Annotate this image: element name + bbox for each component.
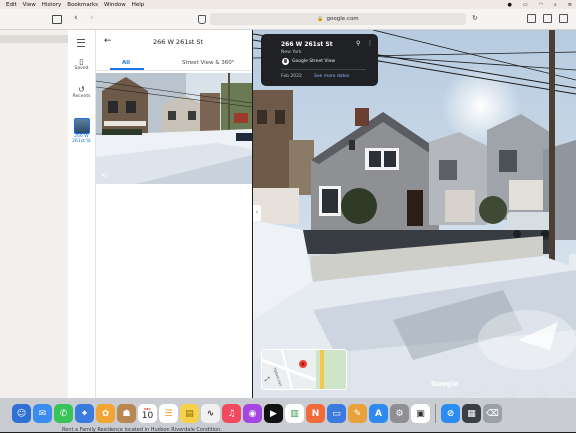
dock-app-window-icon[interactable]: ▦ (462, 404, 481, 423)
new-tab-icon[interactable] (543, 14, 552, 23)
tab-all[interactable]: All (122, 60, 130, 66)
tab-overview-icon[interactable] (559, 14, 568, 23)
tab-street-view[interactable]: Street View & 360° (182, 60, 235, 66)
menu-history[interactable]: History (42, 2, 62, 8)
sidebar-toggle-icon[interactable] (52, 15, 62, 24)
shield-icon[interactable] (198, 15, 206, 24)
dock-app-appstore-icon[interactable]: A (369, 404, 388, 423)
rail-place-label-2: 261st St (72, 139, 91, 144)
dock-app-tv-icon[interactable]: ▶ (264, 404, 283, 423)
url-text: google.com (326, 16, 359, 22)
street-view-logo-icon (282, 58, 289, 65)
card-subtitle: New York (281, 50, 302, 55)
dock-app-pages-icon[interactable]: ✎ (348, 404, 367, 423)
lock-icon: 🔒 (317, 16, 324, 22)
menu-edit[interactable]: Edit (6, 2, 17, 8)
search-icon[interactable]: ⌕ (554, 2, 557, 8)
dock-app-news-icon[interactable]: N (306, 404, 325, 423)
history-icon: ↺ (78, 85, 85, 94)
photo-tabs: All Street View & 360° (96, 58, 252, 71)
sidebar-row[interactable] (0, 35, 68, 43)
dock-app-calendar-icon[interactable]: DEC 10 (138, 404, 157, 423)
dock-app-messages-icon[interactable]: ✆ (54, 404, 73, 423)
tab-indicator (110, 68, 144, 70)
street-view-icon: ⟲ (101, 172, 107, 180)
google-logo: Google (431, 380, 459, 388)
browser-sidebar (0, 30, 68, 398)
menu-bar: Edit View History Bookmarks Window Help … (0, 0, 576, 9)
card-date: Feb 2022 (281, 74, 302, 79)
reload-icon[interactable]: ↻ (472, 14, 478, 22)
forward-icon[interactable]: › (90, 13, 94, 23)
wifi-icon[interactable]: ◠ (539, 2, 543, 8)
card-provider: Google Street View (292, 59, 336, 64)
browser-toolbar: ‹ › 🔒 google.com ↻ (0, 9, 576, 30)
back-arrow-icon[interactable]: ← (104, 36, 112, 46)
bookmark-icon: ▯ (79, 57, 84, 66)
bottom-caption: Rent a Family Residence located in Hudso… (62, 427, 222, 433)
back-icon[interactable]: ‹ (74, 13, 78, 23)
dock-app-preview-icon[interactable]: ▣ (411, 404, 430, 423)
dock-app-contacts-icon[interactable]: ☗ (117, 404, 136, 423)
dock-app-freeform-icon[interactable]: ∿ (201, 404, 220, 423)
panel-title: 266 W 261st St (152, 38, 204, 46)
dock-app-photos-icon[interactable]: ✿ (96, 404, 115, 423)
dock-app-notes-icon[interactable]: ▤ (180, 404, 199, 423)
menu-view[interactable]: View (23, 2, 36, 8)
rail-saved[interactable]: ▯ Saved (68, 57, 95, 71)
rail-recents[interactable]: ↺ Recents (68, 85, 95, 99)
expand-icon[interactable]: ⤢ (265, 376, 272, 383)
street-view-thumbnail[interactable]: ⟲ (96, 73, 252, 184)
toolbar-right (527, 14, 568, 23)
menu-window[interactable]: Window (104, 2, 126, 8)
dock-app-music-icon[interactable]: ♫ (222, 404, 241, 423)
more-options-icon[interactable]: ⋮ (367, 40, 373, 47)
collapse-panel-icon[interactable]: ‹ (253, 205, 261, 221)
record-icon[interactable]: ● (508, 2, 512, 8)
rail-recents-label: Recents (72, 94, 91, 99)
status-icons: ● ▭ ◠ ⌕ ≡ (502, 0, 573, 9)
dock-app-numbers-icon[interactable]: ▥ (285, 404, 304, 423)
maps-rail: ▯ Saved ↺ Recents 266 W 261st St (68, 30, 96, 398)
dock-app-settings-icon[interactable]: ⚙ (390, 404, 409, 423)
menu-icon[interactable] (77, 39, 85, 47)
dock-app-safari-icon[interactable]: ⊘ (441, 404, 460, 423)
menu-help[interactable]: Help (132, 2, 145, 8)
dock-app-finder-icon[interactable]: ☺ (12, 404, 31, 423)
place-thumbnail (73, 118, 90, 134)
dock-app-maps-icon[interactable]: ⌖ (75, 404, 94, 423)
card-title: 266 W 261st St (281, 41, 333, 48)
dock-app-keynote-icon[interactable]: ▭ (327, 404, 346, 423)
pin-icon[interactable]: ⚲ (356, 40, 360, 47)
navigation-arrow-icon[interactable] (478, 300, 576, 370)
location-card: 266 W 261st St New York ⚲ ⋮ Google Stree… (261, 34, 378, 86)
place-panel: ← 266 W 261st St All Street View & 360° (96, 30, 252, 398)
minimap[interactable]: Tibbett Ave ⤢ (261, 349, 347, 390)
card-divider (281, 69, 366, 70)
share-icon[interactable] (527, 14, 536, 23)
menu-bookmarks[interactable]: Bookmarks (67, 2, 98, 8)
control-center-icon[interactable]: ≡ (568, 2, 572, 8)
dock-app-reminders-icon[interactable]: ☰ (159, 404, 178, 423)
dock-app-podcasts-icon[interactable]: ◉ (243, 404, 262, 423)
dock-separator (435, 404, 436, 423)
address-bar[interactable]: 🔒 google.com (210, 13, 466, 25)
see-more-dates-link[interactable]: See more dates (314, 74, 349, 79)
battery-icon[interactable]: ▭ (523, 2, 528, 8)
dock-trash-icon[interactable]: ⌫ (483, 404, 502, 423)
rail-saved-label: Saved (74, 66, 89, 71)
dock-app-mail-icon[interactable]: ✉ (33, 404, 52, 423)
calendar-day: 10 (141, 410, 154, 421)
rail-recent-place[interactable]: 266 W 261st St (68, 118, 95, 144)
